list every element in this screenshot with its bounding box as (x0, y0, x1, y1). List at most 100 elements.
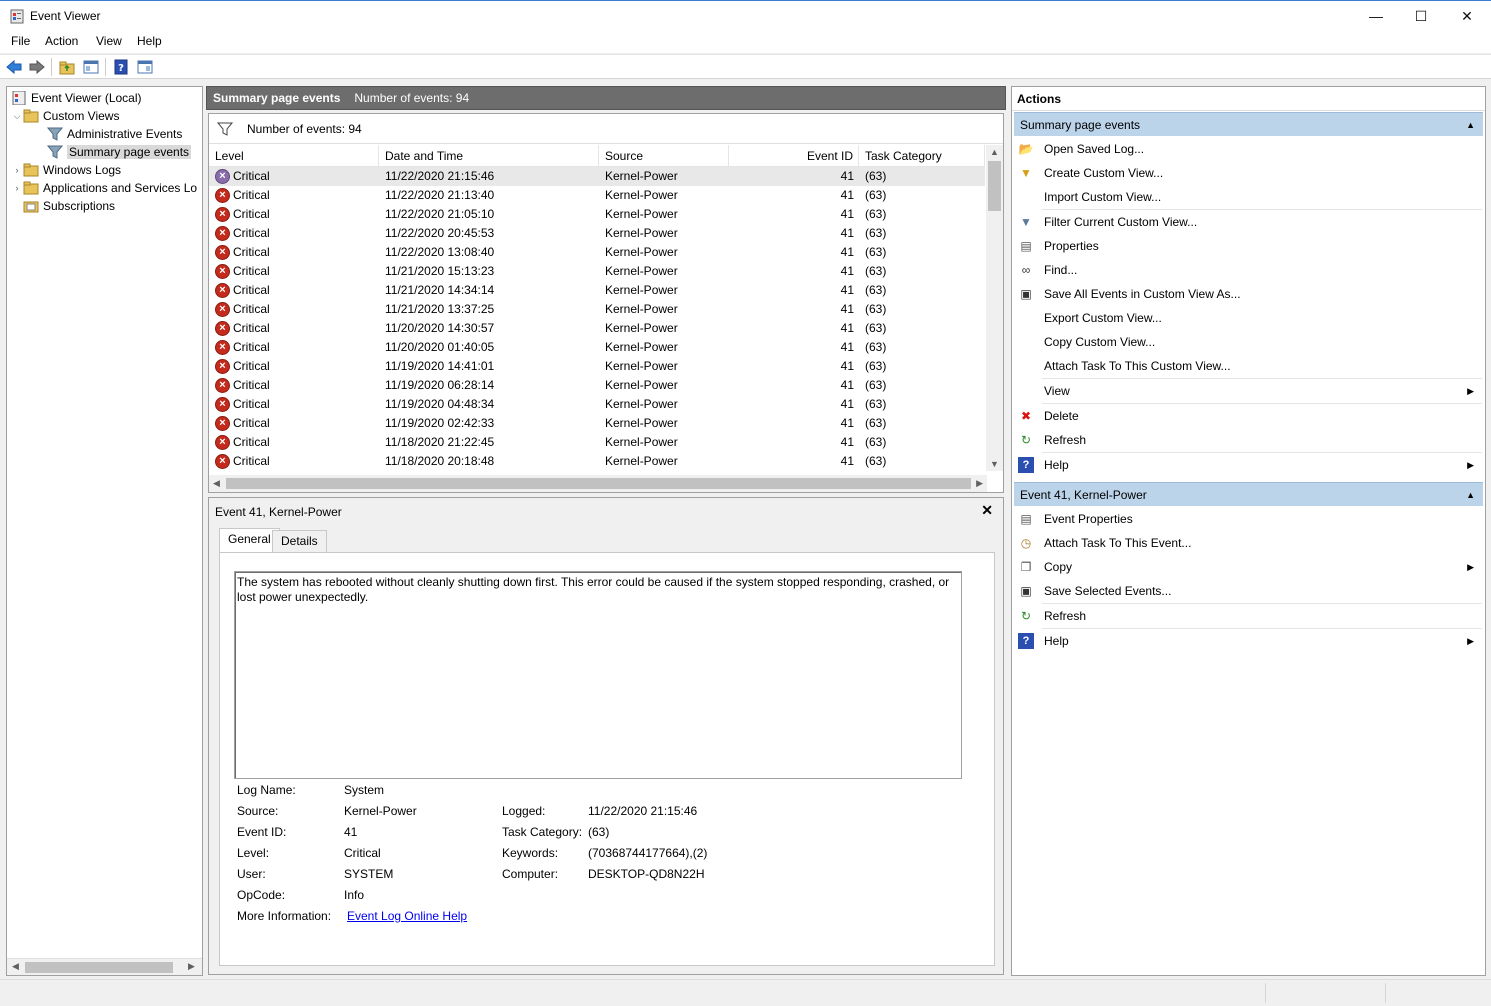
action-help[interactable]: ? Help ▶ (1014, 453, 1480, 477)
event-list-vertical-scrollbar[interactable]: ▲ ▼ (986, 145, 1003, 471)
close-window-button[interactable]: ✕ (1444, 1, 1490, 31)
column-header-event-id[interactable]: Event ID (729, 145, 859, 167)
tree-item-subscriptions[interactable]: Subscriptions (23, 197, 115, 215)
chevron-down-icon[interactable]: ⌵ (11, 111, 23, 122)
menu-help[interactable]: Help (135, 34, 164, 48)
folder-up-icon[interactable] (58, 58, 76, 76)
close-detail-icon[interactable]: ✕ (981, 502, 993, 519)
menu-file[interactable]: File (9, 34, 32, 48)
column-header-task-category[interactable]: Task Category (859, 145, 985, 167)
action-label: Attach Task To This Event... (1044, 536, 1192, 550)
critical-icon: × (215, 340, 230, 355)
title-bar: Event Viewer — ☐ ✕ (0, 0, 1491, 31)
menu-action[interactable]: Action (43, 34, 80, 48)
action-refresh[interactable]: ↻ Refresh (1014, 428, 1480, 452)
table-row[interactable]: × Critical 11/19/2020 14:41:01 Kernel-Power… (209, 357, 985, 376)
table-row[interactable]: × Critical 11/21/2020 15:13:23 Kernel-Power… (209, 262, 985, 281)
table-row[interactable]: × Critical 11/22/2020 13:08:40 Kernel-Power… (209, 243, 985, 262)
action-attach-task-to-this-custom-view[interactable]: Attach Task To This Custom View... (1014, 354, 1480, 378)
copy-icon: ❐ (1020, 560, 1032, 574)
tree-item-administrative-events[interactable]: Administrative Events (47, 125, 182, 143)
action-save-selected-events[interactable]: ▣ Save Selected Events... (1014, 579, 1480, 603)
forward-arrow-icon[interactable] (28, 58, 46, 76)
action-save-all-events-in-custom-view-as[interactable]: ▣ Save All Events in Custom View As... (1014, 282, 1480, 306)
action-view[interactable]: View ▶ (1014, 379, 1480, 403)
scroll-right-icon[interactable]: ▶ (188, 961, 195, 972)
minimize-button[interactable]: — (1353, 1, 1399, 31)
chevron-right-icon[interactable]: › (11, 183, 23, 193)
tree-item-event-viewer-local[interactable]: Event Viewer (Local) (11, 89, 142, 107)
cell-task-category: (63) (865, 188, 887, 202)
collapse-up-icon[interactable]: ▲ (1466, 113, 1475, 137)
action-copy[interactable]: ❐ Copy ▶ (1014, 555, 1480, 579)
scroll-thumb[interactable] (226, 478, 971, 489)
cell-level: Critical (233, 245, 270, 259)
action-filter-current-custom-view[interactable]: ▼ Filter Current Custom View... (1014, 210, 1480, 234)
event-list-horizontal-scrollbar[interactable]: ◀ ▶ (209, 475, 987, 492)
status-divider (1265, 983, 1266, 1003)
back-arrow-icon[interactable] (5, 58, 23, 76)
help-toolbar-icon[interactable]: ? (112, 58, 130, 76)
table-row[interactable]: × Critical 11/21/2020 13:37:25 Kernel-Power… (209, 300, 985, 319)
label-task-category: Task Category: (502, 825, 583, 839)
scroll-thumb[interactable] (988, 161, 1001, 211)
table-row[interactable]: × Critical 11/22/2020 21:05:10 Kernel-Power… (209, 205, 985, 224)
scroll-right-icon[interactable]: ▶ (976, 478, 983, 489)
tree-item-custom-views[interactable]: ⌵ Custom Views (11, 107, 120, 125)
table-row[interactable]: × Critical 11/18/2020 20:18:48 Kernel-Power… (209, 452, 985, 471)
tab-general[interactable]: General (219, 528, 280, 553)
action-delete[interactable]: ✖ Delete (1014, 404, 1480, 428)
action-export-custom-view[interactable]: Export Custom View... (1014, 306, 1480, 330)
table-row[interactable]: × Critical 11/22/2020 21:13:40 Kernel-Power… (209, 186, 985, 205)
maximize-button[interactable]: ☐ (1398, 1, 1444, 31)
section-event-41-kernel-power[interactable]: Event 41, Kernel-Power ▲ (1014, 482, 1483, 506)
tree-item-windows-logs[interactable]: › Windows Logs (11, 161, 122, 179)
event-log-online-help-link[interactable]: Event Log Online Help (347, 909, 467, 923)
table-row[interactable]: × Critical 11/18/2020 21:22:45 Kernel-Power… (209, 433, 985, 452)
section-summary-page-events[interactable]: Summary page events ▲ (1014, 112, 1483, 136)
scroll-up-icon[interactable]: ▲ (990, 147, 999, 157)
table-row[interactable]: × Critical 11/19/2020 04:48:34 Kernel-Power… (209, 395, 985, 414)
action-event-properties[interactable]: ▤ Event Properties (1014, 507, 1480, 531)
tree-item-applications-and-services[interactable]: › Applications and Services Lo (11, 179, 198, 197)
action-help[interactable]: ? Help ▶ (1014, 629, 1480, 653)
chevron-right-icon[interactable]: › (11, 165, 23, 175)
column-header-date-time[interactable]: Date and Time (379, 145, 599, 167)
action-refresh[interactable]: ↻ Refresh (1014, 604, 1480, 628)
scroll-thumb[interactable] (25, 962, 173, 973)
cell-level: Critical (233, 340, 270, 354)
scroll-down-icon[interactable]: ▼ (990, 459, 999, 469)
table-row[interactable]: × Critical 11/19/2020 06:28:14 Kernel-Power… (209, 376, 985, 395)
action-import-custom-view[interactable]: Import Custom View... (1014, 185, 1480, 209)
event-viewer-icon (12, 91, 26, 105)
table-row[interactable]: × Critical 11/19/2020 02:42:33 Kernel-Power… (209, 414, 985, 433)
cell-source: Kernel-Power (605, 340, 678, 354)
show-hide-console-tree-icon[interactable] (82, 58, 100, 76)
tab-details[interactable]: Details (272, 530, 327, 552)
table-row[interactable]: × Critical 11/20/2020 14:30:57 Kernel-Power… (209, 319, 985, 338)
action-attach-task-to-this-event[interactable]: ◷ Attach Task To This Event... (1014, 531, 1480, 555)
tree-item-summary-page-events[interactable]: Summary page events (47, 143, 192, 161)
scroll-left-icon[interactable]: ◀ (213, 478, 220, 489)
action-open-saved-log[interactable]: 📂 Open Saved Log... (1014, 137, 1480, 161)
scroll-left-icon[interactable]: ◀ (12, 961, 19, 972)
menu-view[interactable]: View (94, 34, 124, 48)
refresh-icon: ↻ (1020, 609, 1032, 623)
cell-source: Kernel-Power (605, 397, 678, 411)
tree-horizontal-scrollbar[interactable]: ◀ ▶ (7, 958, 202, 975)
table-row[interactable]: × Critical 11/22/2020 20:45:53 Kernel-Power… (209, 224, 985, 243)
table-row[interactable]: × Critical 11/20/2020 01:40:05 Kernel-Power… (209, 338, 985, 357)
action-copy-custom-view[interactable]: Copy Custom View... (1014, 330, 1480, 354)
action-properties[interactable]: ▤ Properties (1014, 234, 1480, 258)
table-row[interactable]: × Critical 11/22/2020 21:15:46 Kernel-Power… (209, 167, 985, 186)
column-header-level[interactable]: Level (209, 145, 379, 167)
action-find[interactable]: ∞ Find... (1014, 258, 1480, 282)
table-row[interactable]: × Critical 11/21/2020 14:34:14 Kernel-Power… (209, 281, 985, 300)
column-header-source[interactable]: Source (599, 145, 729, 167)
cell-task-category: (63) (865, 321, 887, 335)
collapse-up-icon[interactable]: ▲ (1466, 483, 1475, 507)
event-description[interactable]: The system has rebooted without cleanly … (234, 571, 962, 779)
show-hide-action-pane-icon[interactable] (136, 58, 154, 76)
action-create-custom-view[interactable]: ▼ Create Custom View... (1014, 161, 1480, 185)
status-bar (0, 979, 1491, 1006)
